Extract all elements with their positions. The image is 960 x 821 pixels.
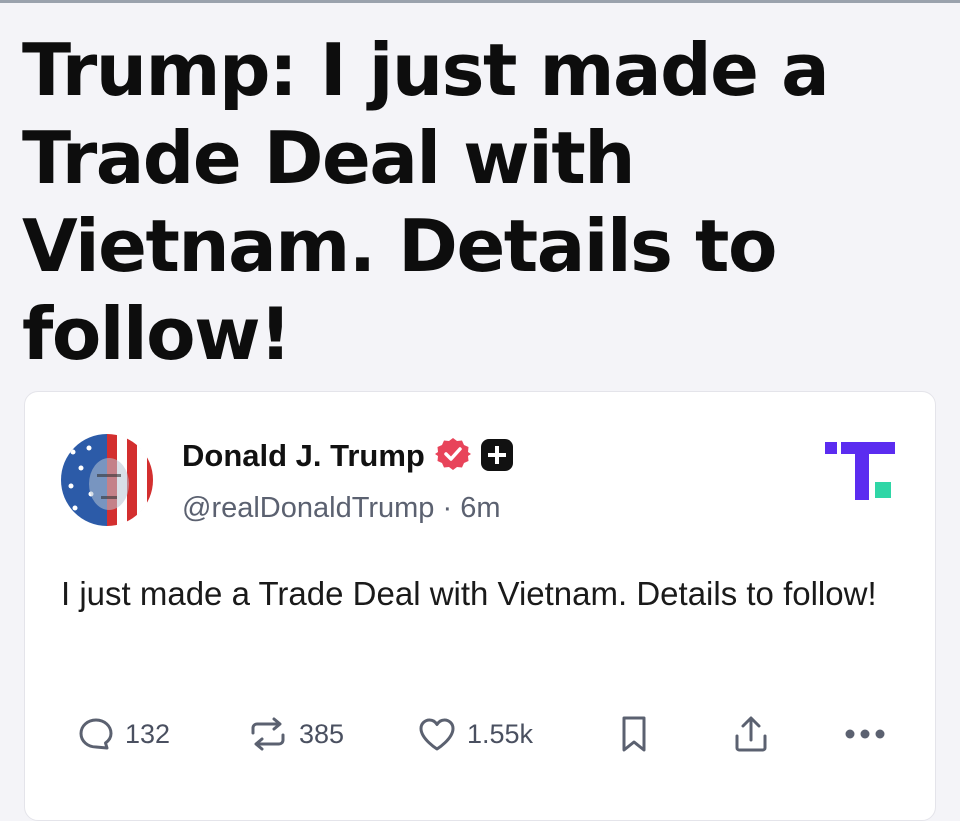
action-bar: 132 385 1.55k [25,710,937,758]
like-button[interactable]: 1.55k [417,710,533,758]
repost-count: 385 [299,718,345,749]
post-body: I just made a Trade Deal with Vietnam. D… [61,575,877,612]
post-card[interactable]: Donald J. Trump @realDonaldTrump · 6m I … [24,391,936,821]
bookmark-button[interactable] [619,710,649,758]
page-headline: Trump: I just made a Trade Deal with Vie… [22,28,830,376]
handle-row: @realDonaldTrump · 6m [182,492,501,525]
more-options-icon [843,727,887,741]
reply-button[interactable]: 132 [77,710,170,758]
repost-icon [247,715,289,753]
top-border [0,0,960,3]
plus-badge-icon [480,438,514,472]
separator-dot: · [442,492,453,524]
repost-button[interactable]: 385 [247,710,344,758]
like-count: 1.55k [467,718,534,749]
author-name[interactable]: Donald J. Trump [182,438,425,474]
avatar[interactable] [61,434,153,526]
truth-social-logo[interactable] [825,440,897,502]
more-options-button[interactable] [843,710,887,758]
reply-icon [77,715,115,753]
share-icon [731,714,771,754]
bookmark-icon [619,714,649,754]
heart-icon [417,716,457,752]
reply-count: 132 [125,718,171,749]
share-button[interactable] [731,710,771,758]
verified-badge-icon [435,436,471,472]
post-time[interactable]: 6m [460,492,500,524]
author-handle[interactable]: @realDonaldTrump [182,492,434,524]
